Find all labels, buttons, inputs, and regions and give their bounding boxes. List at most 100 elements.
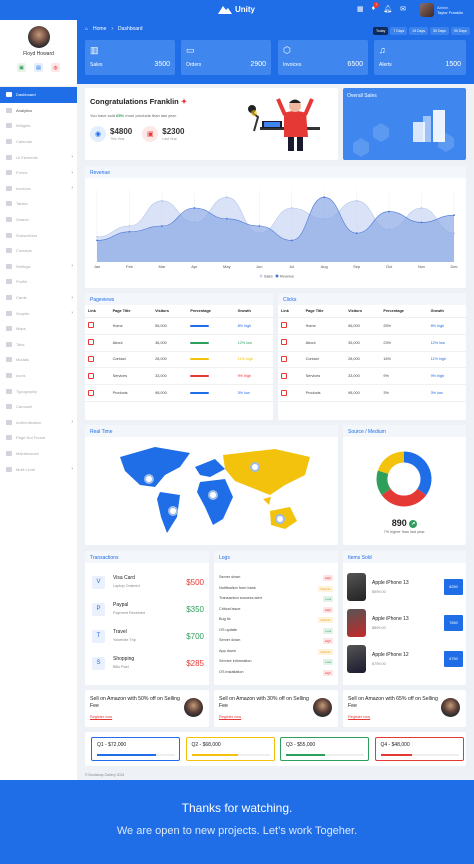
range-tab[interactable]: Today — [373, 27, 389, 35]
register-link[interactable]: Register now — [348, 715, 370, 719]
sidebar-item-page-not-found[interactable]: Page Not Found — [0, 430, 77, 446]
register-link[interactable]: Register now — [90, 715, 112, 719]
nav-icon — [6, 372, 12, 378]
sold-item[interactable]: Apple iPhone 13 $899.00 7650 — [347, 609, 463, 639]
sidebar-item-ui-elements[interactable]: UI Elements › — [0, 149, 77, 165]
sidebar-item-tabs[interactable]: Tabs — [0, 337, 77, 353]
bell-icon[interactable]: 🔔︎ — [383, 5, 392, 13]
x-tick-label: May — [223, 264, 231, 269]
external-link-icon[interactable] — [281, 389, 287, 396]
transaction-item[interactable]: T Travel Yosemite Trip $700 — [90, 627, 204, 647]
percentage-bar — [190, 375, 210, 378]
realtime-card: Real Time — [85, 425, 338, 545]
mail-icon[interactable]: ✉ — [400, 5, 406, 13]
external-link-icon[interactable] — [88, 372, 94, 379]
sidebar-item-settings[interactable]: Settings › — [0, 259, 77, 275]
sidebar-item-calendar[interactable]: Calendar — [0, 134, 77, 150]
page-title-cell: Products — [302, 384, 346, 402]
grid-icon[interactable]: ▦ — [357, 5, 364, 13]
transaction-item[interactable]: V Visa Card Laptop Ordered $500 — [90, 573, 204, 593]
external-link-icon[interactable] — [88, 389, 94, 396]
nav-icon — [6, 185, 12, 191]
sidebar-item-contacts[interactable]: Contacts — [0, 243, 77, 259]
party-icon: ✦ — [180, 97, 188, 106]
x-tick-label: Oct — [386, 264, 393, 269]
column-header: Percentage — [187, 305, 235, 318]
sold-item[interactable]: Apple iPhone 12 $799.00 6750 — [347, 645, 463, 675]
sidebar-item-maintenance[interactable]: Maintenance — [0, 446, 77, 462]
brand-logo[interactable]: Unity — [218, 5, 255, 14]
sidebar-item-label: Calendar — [16, 139, 33, 145]
external-link-icon[interactable] — [88, 355, 94, 362]
range-tab[interactable]: 30 Days — [430, 27, 449, 35]
range-tab[interactable]: 15 Days — [409, 27, 429, 35]
transaction-amount: $500 — [186, 578, 204, 587]
stat-card-sales[interactable]: ▥ Sales 3500 — [85, 40, 175, 75]
external-link-icon[interactable] — [88, 339, 94, 346]
cart-icon: ▣ — [142, 126, 159, 142]
sidebar-item-typography[interactable]: Typography — [0, 383, 77, 399]
external-link-icon[interactable] — [281, 355, 287, 362]
sidebar-item-subscribers[interactable]: Subscribers — [0, 227, 77, 243]
sidebar-item-multi-level[interactable]: Multi Level › — [0, 461, 77, 477]
user-menu[interactable]: Admin Taylor Franklin — [420, 3, 463, 17]
stat-card-alerts[interactable]: ♫ Alerts 1500 — [374, 40, 466, 75]
sidebar-item-carousel[interactable]: Carousel — [0, 399, 77, 415]
sidebar-item-forms[interactable]: Forms › — [0, 165, 77, 181]
stat-value: 1500 — [445, 61, 461, 68]
transaction-item[interactable]: P Paypal Payment Received $350 — [90, 600, 204, 620]
quarters-card: Q1 - $72,000 Q2 - $68,000 Q3 - $55,000 Q4 -… — [85, 732, 466, 766]
sold-item[interactable]: Apple iPhone 13 $999.00 8250 — [347, 573, 463, 603]
visitors-cell: 98,000 — [152, 384, 188, 402]
whatsapp-icon[interactable]: ◍ — [51, 63, 60, 72]
gift-icon[interactable]: ▣ — [17, 63, 26, 72]
promo-card: Sell on Amazon with 65% off on Selling F… — [343, 690, 466, 727]
page-title-cell: About — [302, 334, 346, 352]
sidebar-item-icons[interactable]: Icons — [0, 368, 77, 384]
percentage-cell — [187, 384, 235, 402]
breadcrumb-home[interactable]: Home — [93, 26, 106, 32]
source-medium-card: Source / Medium 890 ↗ 7% higher than las… — [343, 425, 466, 545]
transaction-sub: Laptop Ordered — [113, 584, 140, 588]
quarter-label: Q4 - $48,000 — [380, 742, 410, 748]
sidebar-item-cards[interactable]: Cards › — [0, 290, 77, 306]
external-link-icon[interactable] — [88, 322, 94, 329]
sidebar-item-profile[interactable]: Profile — [0, 274, 77, 290]
welcome-text: You have sold 65% more products than las… — [90, 113, 177, 118]
sidebar-item-authentication[interactable]: Authentication › — [0, 414, 77, 430]
pageviews-card: Pageviews Link Page Title Visitors Percenta… — [85, 293, 273, 420]
promo-text: Sell on Amazon with 50% off on Selling F… — [90, 696, 180, 709]
external-link-icon[interactable] — [281, 339, 287, 346]
sidebar-item-modals[interactable]: Modals — [0, 352, 77, 368]
external-link-icon[interactable] — [281, 372, 287, 379]
transaction-item[interactable]: S Shopping Bills Paid $285 — [90, 654, 204, 674]
logs-card: Logs Server down High Notification from ba… — [214, 551, 338, 685]
sidebar-item-widgets[interactable]: Widgets — [0, 118, 77, 134]
sidebar-item-tables[interactable]: Tables — [0, 196, 77, 212]
calendar-icon[interactable]: ▤ — [34, 63, 43, 72]
x-tick-label: Feb — [126, 264, 134, 269]
stat-card-orders[interactable]: ▭ Orders 2900 — [181, 40, 271, 75]
stat-card-invoices[interactable]: ⬡ Invoices 6500 — [278, 40, 368, 75]
table-row: Products 98,000 3% 3% low — [278, 384, 466, 402]
transaction-sub: Yosemite Trip — [113, 638, 136, 642]
item-qty-badge: 8250 — [444, 579, 463, 595]
growth-cell: 3% low — [234, 384, 273, 402]
bell-alert-icon[interactable]: ♦ 7 — [372, 2, 380, 13]
sidebar-item-invoices[interactable]: Invoices › — [0, 181, 77, 197]
home-icon[interactable]: ⌂ — [85, 26, 88, 32]
transactions-title: Transactions — [85, 551, 209, 563]
profile-name: Floyd Howard — [23, 51, 54, 57]
visitors-cell: 35,000 — [345, 334, 381, 352]
sidebar-item-search[interactable]: Search — [0, 212, 77, 228]
register-link[interactable]: Register now — [219, 715, 241, 719]
quarter-progress-track — [380, 754, 459, 756]
external-link-icon[interactable] — [281, 322, 287, 329]
sidebar-item-dashboard[interactable]: Dashboard — [0, 87, 77, 103]
range-tab[interactable]: 7 Days — [390, 27, 408, 35]
sidebar-item-maps[interactable]: Maps — [0, 321, 77, 337]
transaction-sub: Bills Paid — [113, 665, 129, 669]
range-tab[interactable]: 90 Days — [450, 27, 470, 35]
sidebar-item-graphs[interactable]: Graphs › — [0, 305, 77, 321]
sidebar-item-analytics[interactable]: Analytics — [0, 103, 77, 119]
